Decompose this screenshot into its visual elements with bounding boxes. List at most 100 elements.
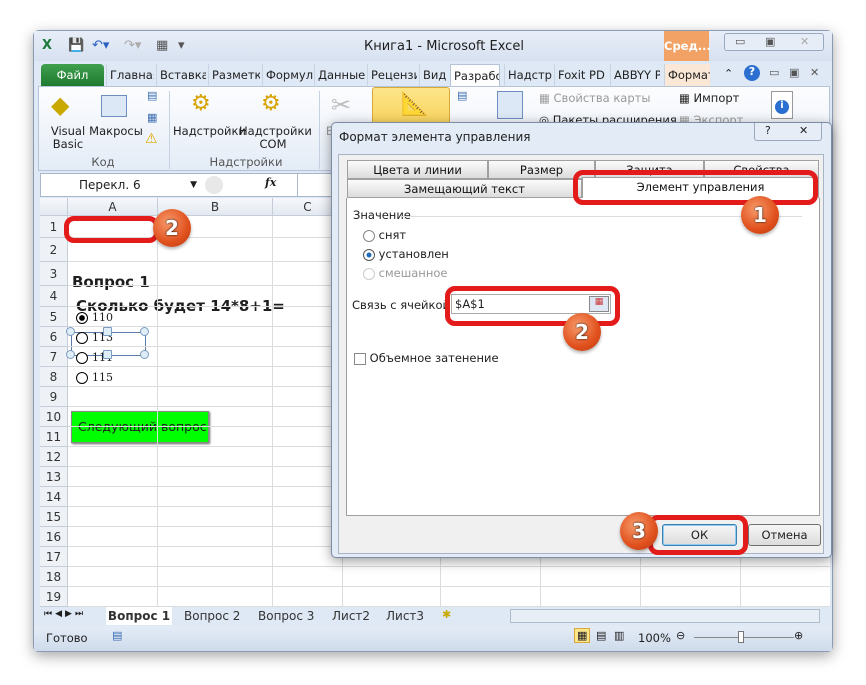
minimize-button[interactable]: ▭ — [735, 35, 745, 48]
tab-developer[interactable]: Разрабо — [450, 64, 500, 86]
properties-icon[interactable]: ▤ — [457, 89, 467, 102]
row-header-17[interactable]: 17 — [40, 547, 68, 567]
cancel-button[interactable]: Отмена — [748, 524, 821, 546]
tab-foxit[interactable]: Foxit PD — [554, 64, 606, 86]
sheet-nav-arrows[interactable]: ⏮◀▶⏭ — [44, 609, 86, 619]
insert-controls-icon: ✂ — [331, 91, 352, 119]
row-header-16[interactable]: 16 — [40, 527, 68, 547]
row-header-9[interactable]: 9 — [40, 387, 68, 407]
sheet-tab-vopros-2[interactable]: Вопрос 2 — [184, 607, 240, 625]
row-header-19[interactable]: 19 — [40, 587, 68, 607]
option-button-115[interactable]: 115 — [76, 371, 113, 384]
macro-security-icon[interactable]: ⚠ — [145, 131, 158, 147]
row-header-7[interactable]: 7 — [40, 347, 68, 367]
doc-minimize-icon[interactable]: ▭ — [769, 66, 779, 79]
redo-icon[interactable]: ↷▾ — [124, 38, 141, 53]
tab-alt-text[interactable]: Замещающий текст — [347, 179, 582, 198]
sheet-tab-vopros-3[interactable]: Вопрос 3 — [258, 607, 314, 625]
zoom-slider-thumb[interactable] — [738, 631, 744, 643]
page-layout-view-icon[interactable]: ▤ — [596, 629, 606, 642]
relative-refs-icon[interactable]: ▦ — [147, 111, 157, 124]
com-addins-button[interactable]: Надстройки COM — [239, 125, 312, 151]
source-icon[interactable] — [497, 91, 523, 119]
tab-colors-lines[interactable]: Цвета и линии — [347, 160, 488, 179]
row-header-18[interactable]: 18 — [40, 567, 68, 587]
addins-icon: ⚙ — [191, 91, 211, 116]
tab-abbyy[interactable]: ABBYY PI — [610, 64, 660, 86]
tab-data[interactable]: Данные — [314, 64, 366, 86]
visual-basic-button[interactable]: Visual Basic — [43, 125, 93, 151]
select-all-corner[interactable] — [40, 198, 68, 216]
addins-button[interactable]: Надстройки — [173, 125, 246, 138]
row-header-14[interactable]: 14 — [40, 487, 68, 507]
resize-handle[interactable] — [103, 350, 112, 359]
design-mode-button[interactable]: 📐 — [372, 87, 450, 127]
visual-basic-icon: ◆ — [51, 91, 70, 119]
resize-handle[interactable] — [66, 327, 75, 336]
dialog-close-button[interactable]: ✕ — [799, 124, 808, 137]
help-icon[interactable]: ? — [744, 65, 760, 81]
tab-insert[interactable]: Вставка — [156, 64, 206, 86]
row-header-8[interactable]: 8 — [40, 367, 68, 387]
tab-formulas[interactable]: Формул — [262, 64, 314, 86]
dialog-help-button[interactable]: ? — [765, 124, 771, 137]
tab-review[interactable]: Рецензи — [367, 64, 417, 86]
record-macro-icon[interactable]: ▤ — [147, 89, 157, 102]
horizontal-scrollbar[interactable] — [510, 609, 820, 623]
3d-shading-checkbox[interactable]: Объемное затенение — [354, 351, 499, 365]
close-button[interactable]: ✕ — [800, 35, 809, 48]
import-button[interactable]: ▦ Импорт — [679, 91, 739, 105]
row-header-4[interactable]: 4 — [40, 286, 68, 307]
normal-view-icon[interactable]: ▦ — [574, 628, 591, 643]
macros-button[interactable]: Макросы — [89, 125, 143, 138]
row-header-13[interactable]: 13 — [40, 467, 68, 487]
tab-page-layout[interactable]: Разметк — [208, 64, 260, 86]
resize-handle[interactable] — [140, 327, 149, 336]
zoom-in-icon[interactable]: ⊕ — [794, 629, 803, 642]
option-button-110[interactable]: 110 — [76, 311, 113, 324]
row-header-12[interactable]: 12 — [40, 447, 68, 467]
expand-handle[interactable] — [205, 176, 223, 194]
tab-home[interactable]: Главная — [106, 64, 154, 86]
tab-file[interactable]: Файл — [41, 64, 104, 86]
radio-checked[interactable]: установлен — [363, 247, 449, 261]
tab-view[interactable]: Вид — [419, 64, 447, 86]
resize-handle[interactable] — [66, 350, 75, 359]
resize-handle[interactable] — [103, 327, 112, 336]
row-header-10[interactable]: 10 — [40, 407, 68, 427]
document-panel-icon[interactable]: i — [771, 91, 793, 119]
name-box[interactable]: Перекл. 6 ▼ — [41, 174, 201, 196]
macro-record-icon[interactable]: ▤ — [112, 629, 122, 642]
page-break-view-icon[interactable]: ▥ — [614, 629, 624, 642]
form-icon[interactable]: ▦ — [156, 38, 168, 53]
collapse-ribbon-icon[interactable]: ⌃ — [724, 67, 733, 80]
insert-sheet-icon[interactable]: ✱ — [442, 608, 451, 621]
tab-addins[interactable]: Надстро — [504, 64, 552, 86]
fx-icon[interactable]: fx — [265, 176, 276, 189]
radio-unchecked[interactable]: снят — [363, 228, 406, 242]
zoom-slider[interactable] — [694, 637, 794, 638]
chevron-down-icon[interactable]: ▼ — [190, 174, 197, 196]
row-header-2[interactable]: 2 — [40, 238, 68, 262]
doc-close-icon[interactable]: ✕ — [810, 66, 819, 79]
sheet-tab-list3[interactable]: Лист3 — [386, 607, 424, 625]
row-header-6[interactable]: 6 — [40, 327, 68, 347]
resize-handle[interactable] — [140, 350, 149, 359]
sheet-tab-vopros-1[interactable]: Вопрос 1 — [106, 607, 172, 625]
tab-format[interactable]: Формат — [664, 64, 710, 86]
customize-qat-icon[interactable]: ▾ — [178, 38, 185, 53]
row-header-11[interactable]: 11 — [40, 427, 68, 447]
column-header-a[interactable]: A — [68, 198, 158, 216]
cell-a2[interactable]: Вопрос 1 — [72, 273, 150, 291]
restore-button[interactable]: ▣ — [765, 35, 775, 48]
row-header-15[interactable]: 15 — [40, 507, 68, 527]
zoom-out-icon[interactable]: ⊖ — [676, 629, 685, 642]
next-question-button[interactable]: Следующий вопрос — [71, 411, 209, 443]
map-properties-button[interactable]: ▦ Свойства карты — [539, 91, 650, 105]
sheet-tab-list2[interactable]: Лист2 — [332, 607, 370, 625]
doc-restore-icon[interactable]: ▣ — [789, 66, 799, 79]
row-header-3[interactable]: 3 — [40, 262, 68, 286]
undo-icon[interactable]: ↶▾ — [92, 38, 109, 53]
save-icon[interactable]: 💾 — [68, 38, 84, 53]
row-header-5[interactable]: 5 — [40, 307, 68, 327]
